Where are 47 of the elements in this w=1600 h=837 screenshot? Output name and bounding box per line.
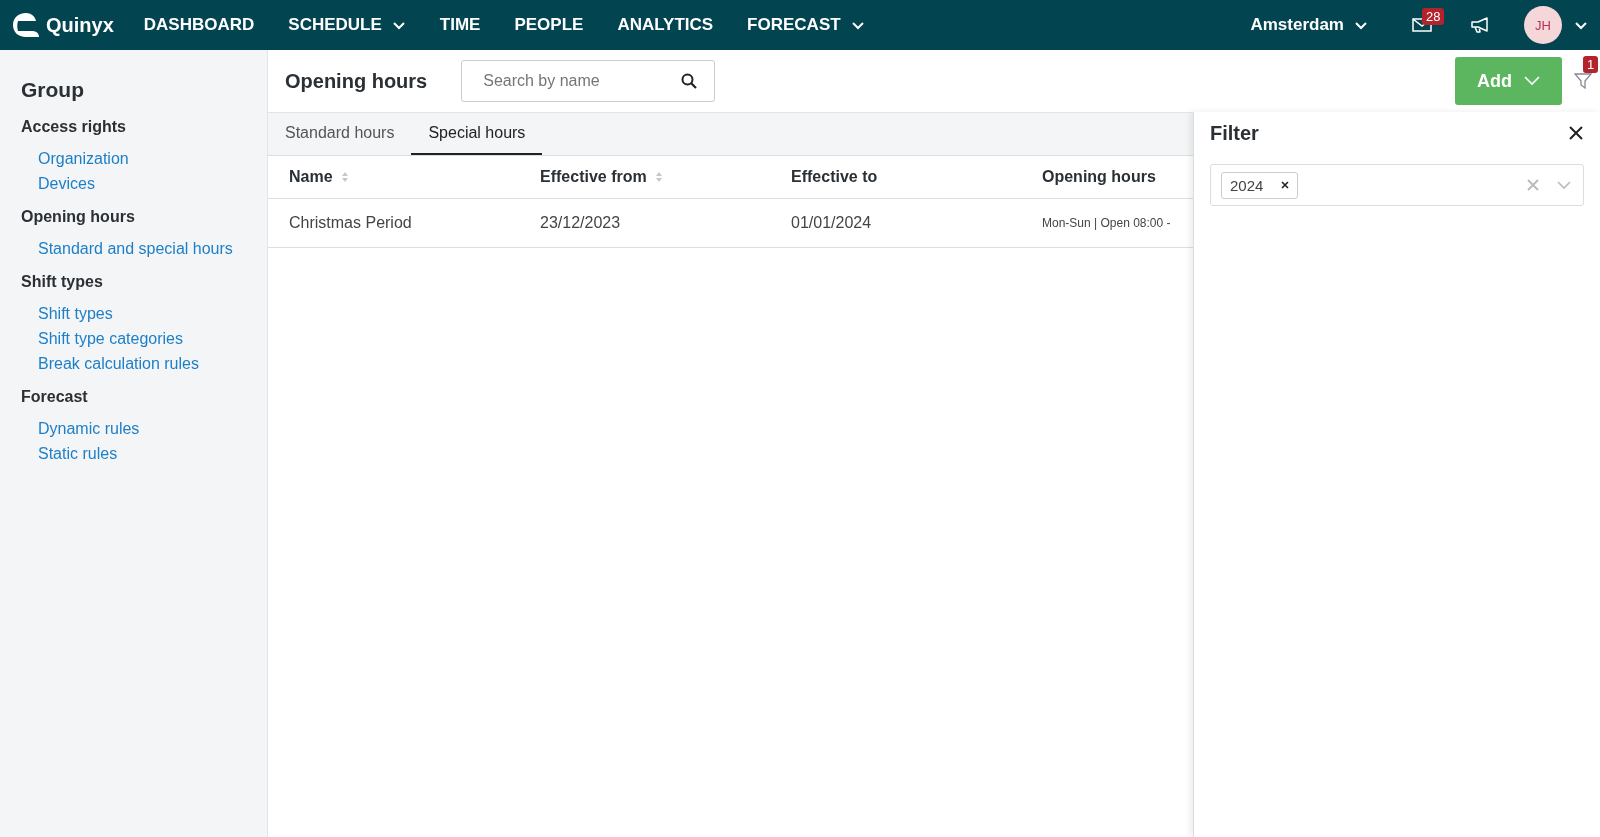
user-avatar[interactable]: JH [1524, 6, 1562, 44]
column-header[interactable]: Effective to [770, 156, 1021, 199]
chevron-down-icon [850, 20, 865, 30]
caret-icon[interactable] [1574, 20, 1588, 30]
close-icon[interactable] [1568, 125, 1584, 141]
chevron-down-icon [1524, 76, 1540, 86]
location-dropdown[interactable]: Amsterdam [1250, 15, 1368, 35]
logo-text: Quinyx [46, 13, 114, 37]
notification-badge: 28 [1422, 8, 1445, 25]
column-header[interactable]: Effective from [519, 156, 770, 199]
nav-item[interactable]: SCHEDULE [288, 15, 406, 35]
filter-chip[interactable]: 2024 [1221, 171, 1299, 199]
table-cell: Christmas Period [268, 198, 519, 248]
sidebar-link[interactable]: Break calculation rules [21, 355, 267, 380]
search-field[interactable]: Search by name [461, 60, 716, 102]
sidebar-link[interactable]: Devices [21, 175, 267, 200]
nav-item[interactable]: TIME [439, 15, 481, 35]
table-cell: 01/01/2024 [770, 198, 1021, 248]
filter-select[interactable]: 2024 [1210, 164, 1584, 206]
sidebar-link[interactable]: Dynamic rules [21, 420, 267, 445]
nav-item[interactable]: ANALYTICS [617, 15, 714, 35]
sidebar-heading: Access rights [21, 118, 127, 136]
tab[interactable]: Standard hours [268, 113, 412, 155]
search-icon [681, 73, 698, 89]
sidebar-heading: Opening hours [21, 208, 136, 226]
remove-icon[interactable] [1281, 181, 1290, 189]
column-header[interactable]: Name [268, 156, 519, 199]
page-title: Opening hours [285, 69, 428, 93]
sidebar-link[interactable]: Organization [21, 150, 267, 175]
sidebar-heading: Shift types [21, 273, 104, 291]
nav-item[interactable]: PEOPLE [514, 15, 584, 35]
filter-icon[interactable] [1574, 72, 1592, 90]
logo-icon [12, 12, 40, 38]
sidebar-heading: Forecast [21, 388, 89, 406]
table-cell: 23/12/2023 [519, 198, 770, 248]
chevron-down-icon [1354, 20, 1368, 30]
notification-badge: 1 [1583, 56, 1599, 73]
sidebar-link[interactable]: Static rules [21, 445, 267, 470]
sidebar-title: Group [21, 78, 85, 102]
sidebar-link[interactable]: Shift type categories [21, 330, 267, 355]
sidebar-link[interactable]: Standard and special hours [21, 240, 267, 265]
sidebar-link[interactable]: Shift types [21, 305, 267, 330]
tab[interactable]: Special hours [411, 113, 543, 155]
nav-item[interactable]: DASHBOARD [143, 15, 255, 35]
filter-title: Filter [1210, 121, 1259, 145]
chevron-down-icon [391, 20, 406, 30]
nav-item[interactable]: FORECAST [747, 15, 865, 35]
